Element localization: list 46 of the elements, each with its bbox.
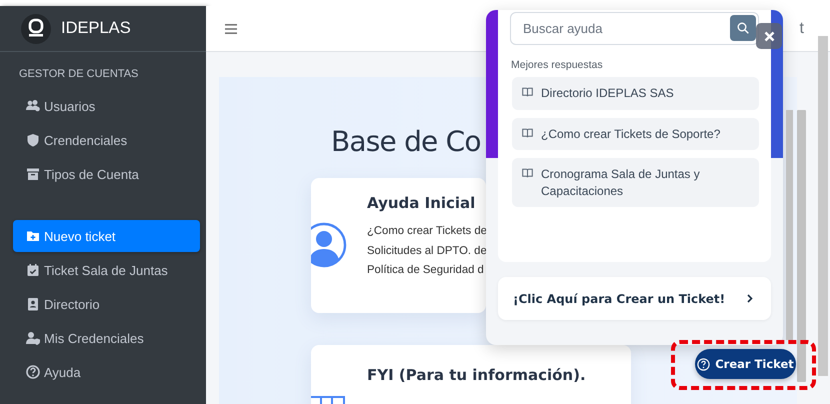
menu-icon[interactable]: [225, 22, 237, 34]
results-heading: Mejores respuestas: [511, 59, 604, 71]
card-text: Política de Seguridad d: [367, 263, 485, 278]
result-item[interactable]: Directorio IDEPLAS SAS: [512, 77, 759, 110]
card-title: FYI (Para tu información).: [367, 366, 587, 384]
close-button[interactable]: [756, 23, 782, 49]
help-circle-icon: [26, 365, 40, 379]
nav-item[interactable]: Ticket Sala de Juntas: [13, 254, 200, 286]
result-item[interactable]: Cronograma Sala de Juntas y Capacitaciones: [512, 158, 759, 207]
book-icon: [522, 87, 533, 97]
folder-plus-icon: [26, 229, 40, 243]
logo-icon: [21, 14, 51, 44]
nav-item[interactable]: Usuarios: [13, 90, 200, 122]
archive-icon: [26, 167, 40, 181]
header-text: t: [800, 20, 804, 38]
users-icon: [26, 99, 40, 113]
nav-item[interactable]: Directorio: [13, 288, 200, 320]
section-title: GESTOR DE CUENTAS: [18, 67, 140, 82]
page-title: Base de Co: [331, 124, 481, 160]
card-text: Solicitudes al DPTO. de: [367, 244, 486, 258]
nav-item[interactable]: Nuevo ticket: [13, 220, 200, 252]
nav-item[interactable]: Mis Credenciales: [13, 322, 200, 354]
scrollbar[interactable]: [786, 110, 793, 340]
chevron-icon: [747, 294, 753, 303]
card-title: Ayuda Inicial: [367, 194, 476, 212]
nav-item[interactable]: Crendenciales: [13, 124, 200, 156]
user-shield-icon: [26, 331, 40, 345]
contact-card-icon: [26, 297, 40, 311]
nav-item[interactable]: Tipos de Cuenta: [13, 158, 200, 190]
book-icon: [522, 128, 533, 138]
result-item[interactable]: ¿Como crear Tickets de Soporte?: [512, 118, 759, 150]
user-avatar-icon: [311, 222, 347, 268]
book-icon: [522, 168, 533, 178]
search-field[interactable]: Buscar ayuda: [510, 12, 759, 45]
search-button[interactable]: [730, 15, 756, 41]
crear-ticket-button[interactable]: Crear Ticket: [695, 349, 796, 379]
nav-item[interactable]: Ayuda: [13, 356, 200, 388]
close-icon: [764, 30, 774, 42]
shield-icon: [26, 133, 40, 147]
scrollbar[interactable]: [797, 110, 806, 382]
calendar-check-icon: [26, 263, 40, 277]
create-ticket-link[interactable]: ¡Clic Aquí para Crear un Ticket!: [498, 277, 771, 320]
brand-name: IDEPLAS: [61, 19, 131, 38]
search-icon: [737, 22, 749, 34]
help-circle-icon: [697, 358, 710, 370]
scrollbar[interactable]: [818, 36, 828, 376]
